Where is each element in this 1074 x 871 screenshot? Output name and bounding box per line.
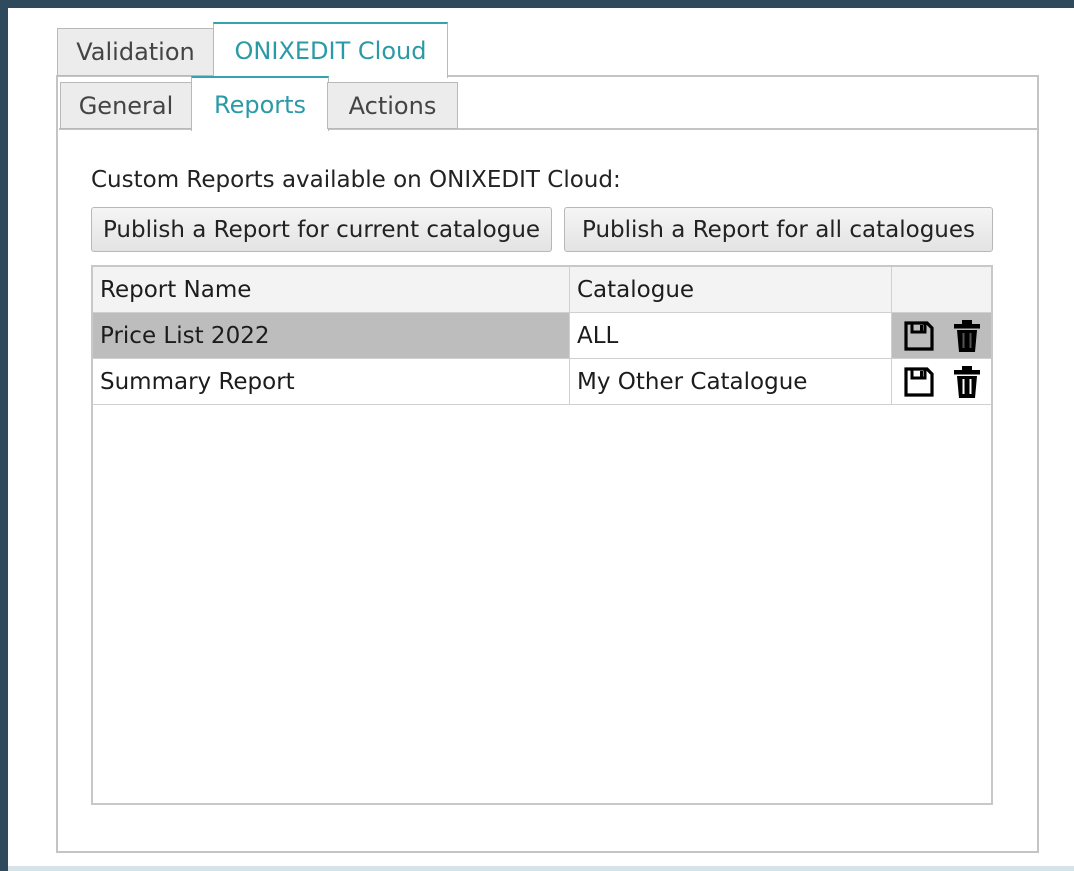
- window-frame-left: [0, 0, 8, 871]
- tab-reports[interactable]: Reports: [191, 76, 329, 131]
- tab-validation[interactable]: Validation: [57, 28, 214, 76]
- column-header-report-name[interactable]: Report Name: [93, 267, 570, 313]
- report-name-cell[interactable]: Summary Report: [93, 359, 570, 405]
- window-frame-top: [0, 0, 1074, 8]
- report-name-cell[interactable]: Price List 2022: [93, 313, 570, 359]
- publish-current-catalogue-button[interactable]: Publish a Report for current catalogue: [91, 207, 552, 252]
- tab-onixedit-cloud[interactable]: ONIXEDIT Cloud: [213, 22, 448, 78]
- tab-actions[interactable]: Actions: [327, 82, 458, 129]
- reports-caption: Custom Reports available on ONIXEDIT Clo…: [91, 167, 621, 193]
- trash-icon[interactable]: [952, 365, 982, 399]
- column-header-actions: [892, 267, 991, 313]
- tab-general[interactable]: General: [60, 82, 192, 129]
- column-header-catalogue[interactable]: Catalogue: [570, 267, 892, 313]
- window-frame-bottom: [8, 866, 1074, 871]
- catalogue-cell[interactable]: My Other Catalogue: [570, 359, 892, 405]
- save-icon[interactable]: [904, 367, 934, 397]
- save-icon[interactable]: [904, 321, 934, 351]
- actions-cell: [892, 359, 991, 405]
- actions-cell: [892, 313, 991, 359]
- publish-all-catalogues-button[interactable]: Publish a Report for all catalogues: [564, 207, 993, 252]
- reports-table: Report Name Catalogue Price List 2022 AL…: [91, 265, 993, 805]
- catalogue-cell[interactable]: ALL: [570, 313, 892, 359]
- trash-icon[interactable]: [952, 319, 982, 353]
